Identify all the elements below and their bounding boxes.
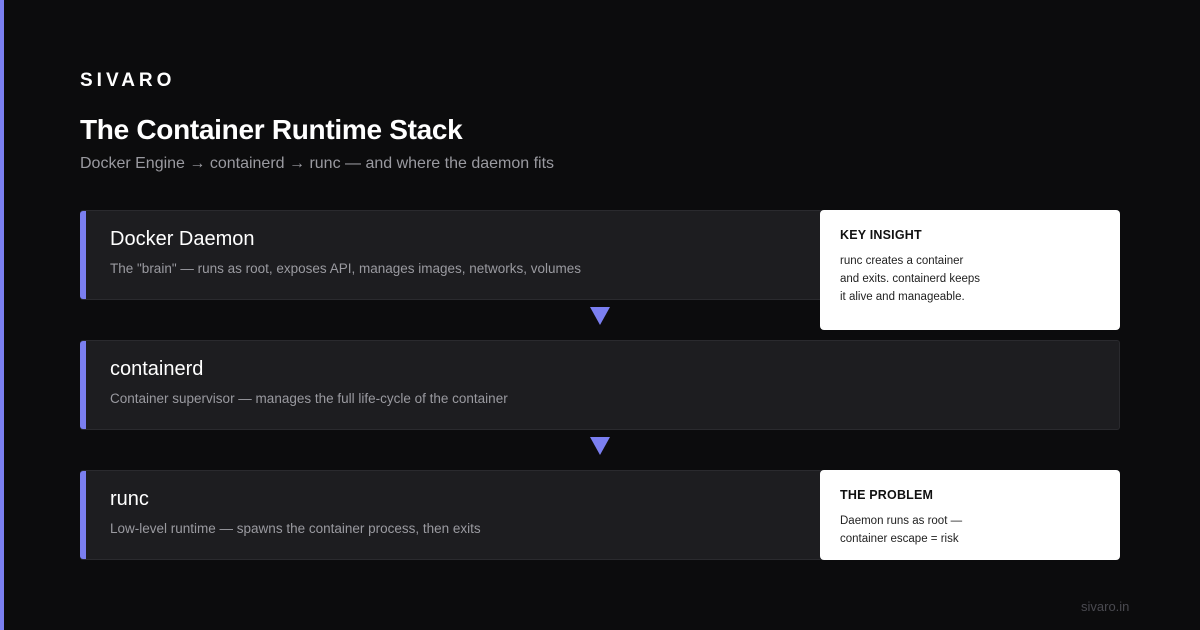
layer-description: The "brain" — runs as root, exposes API,… [110,261,582,276]
layer-description: Container supervisor — manages the full … [110,391,508,406]
problem-card: THE PROBLEM Daemon runs as root — contai… [820,470,1120,560]
layer-description: Low-level runtime — spawns the container… [110,521,481,536]
footer-url: sivaro.in [1081,599,1130,614]
down-arrow-icon [590,437,610,455]
layer-name: containerd [110,358,204,380]
down-arrow-icon [590,307,610,325]
left-accent-bar [0,0,4,630]
card-body: runc creates a container and exits. cont… [840,255,981,303]
key-insight-card: KEY INSIGHT runc creates a container and… [820,210,1120,330]
page-title: The Container Runtime Stack [80,114,463,145]
card-body: Daemon runs as root — container escape =… [840,515,963,545]
layer-containerd: containerd Container supervisor — manage… [80,340,1120,430]
layer-name: Docker Daemon [110,228,255,250]
page-subtitle: Docker Engine → containerd → runc — and … [80,155,555,172]
card-title: KEY INSIGHT [840,228,922,242]
brand-logo: SIVARO [80,70,176,91]
card-title: THE PROBLEM [840,488,934,502]
layer-name: runc [110,488,149,510]
